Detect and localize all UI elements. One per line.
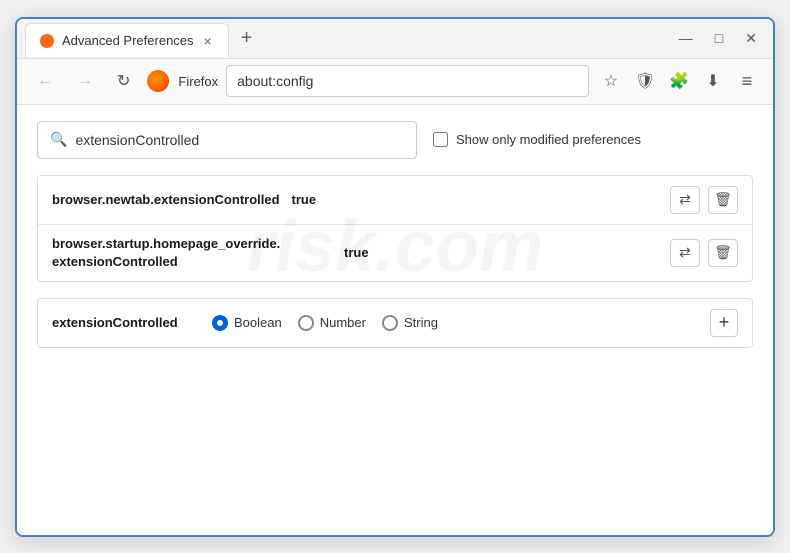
nav-bar: ← → ↻ Firefox ☆ 🛡 🧩 ⬇ ≡: [17, 59, 773, 105]
radio-circle-string: [382, 315, 398, 331]
add-icon: +: [719, 312, 730, 333]
toggle-button-1[interactable]: ⇄: [670, 186, 700, 214]
radio-label-number: Number: [320, 315, 366, 330]
show-modified-text: Show only modified preferences: [456, 132, 641, 147]
firefox-icon: [147, 70, 169, 92]
nav-icons: ☆ 🛡 🧩 ⬇ ≡: [597, 67, 761, 95]
radio-boolean[interactable]: Boolean: [212, 315, 282, 331]
pref-name-line2: extensionControlled: [52, 254, 178, 269]
minimize-button[interactable]: —: [671, 27, 701, 49]
show-modified-label[interactable]: Show only modified preferences: [433, 132, 641, 147]
close-window-button[interactable]: ✕: [737, 27, 765, 49]
tab-close-button[interactable]: ×: [202, 33, 214, 49]
pref-value-2: true: [344, 245, 369, 260]
content-area: 🔍 Show only modified preferences browser…: [17, 105, 773, 535]
delete-button-2[interactable]: 🗑: [708, 239, 738, 267]
maximize-button[interactable]: □: [707, 27, 731, 49]
new-pref-row: extensionControlled Boolean Number Strin…: [37, 298, 753, 348]
search-input[interactable]: [75, 132, 404, 148]
table-row: browser.startup.homepage_override. exten…: [38, 225, 752, 281]
shield-icon[interactable]: 🛡: [631, 67, 659, 95]
radio-label-boolean: Boolean: [234, 315, 282, 330]
add-pref-button[interactable]: +: [710, 309, 738, 337]
table-row: browser.newtab.extensionControlled true …: [38, 176, 752, 225]
pref-name-line1: browser.startup.homepage_override.: [52, 236, 280, 251]
pref-value-1: true: [292, 192, 317, 207]
pref-name-2: browser.startup.homepage_override. exten…: [52, 235, 332, 271]
bookmark-icon[interactable]: ☆: [597, 67, 625, 95]
prefs-table: browser.newtab.extensionControlled true …: [37, 175, 753, 282]
toggle-button-2[interactable]: ⇄: [670, 239, 700, 267]
radio-circle-boolean: [212, 315, 228, 331]
extension-icon[interactable]: 🧩: [665, 67, 693, 95]
new-tab-button[interactable]: +: [233, 24, 261, 52]
delete-icon-1: 🗑: [714, 191, 732, 208]
tab-favicon: [40, 34, 54, 48]
radio-string[interactable]: String: [382, 315, 438, 331]
reload-button[interactable]: ↻: [109, 65, 138, 97]
radio-circle-number: [298, 315, 314, 331]
show-modified-checkbox[interactable]: [433, 132, 448, 147]
firefox-logo: [146, 69, 170, 93]
back-button[interactable]: ←: [29, 66, 61, 96]
pref-name-1: browser.newtab.extensionControlled: [52, 192, 280, 207]
menu-icon[interactable]: ≡: [733, 67, 761, 95]
pref-actions-2: ⇄ 🗑: [670, 239, 738, 267]
active-tab[interactable]: Advanced Preferences ×: [25, 23, 229, 57]
delete-icon-2: 🗑: [714, 244, 732, 261]
new-pref-name: extensionControlled: [52, 315, 192, 330]
search-box: 🔍: [37, 121, 417, 159]
delete-button-1[interactable]: 🗑: [708, 186, 738, 214]
toggle-icon-2: ⇄: [679, 244, 691, 261]
radio-number[interactable]: Number: [298, 315, 366, 331]
browser-name: Firefox: [178, 74, 218, 89]
address-bar[interactable]: [226, 65, 589, 97]
type-radio-group: Boolean Number String: [212, 315, 438, 331]
search-icon: 🔍: [50, 131, 67, 148]
forward-button[interactable]: →: [69, 66, 101, 96]
download-icon[interactable]: ⬇: [699, 67, 727, 95]
search-row: 🔍 Show only modified preferences: [37, 121, 753, 159]
toggle-icon-1: ⇄: [679, 191, 691, 208]
title-bar: Advanced Preferences × + — □ ✕: [17, 19, 773, 59]
window-controls: — □ ✕: [671, 27, 765, 49]
tab-title: Advanced Preferences: [62, 33, 194, 48]
radio-label-string: String: [404, 315, 438, 330]
pref-actions-1: ⇄ 🗑: [670, 186, 738, 214]
